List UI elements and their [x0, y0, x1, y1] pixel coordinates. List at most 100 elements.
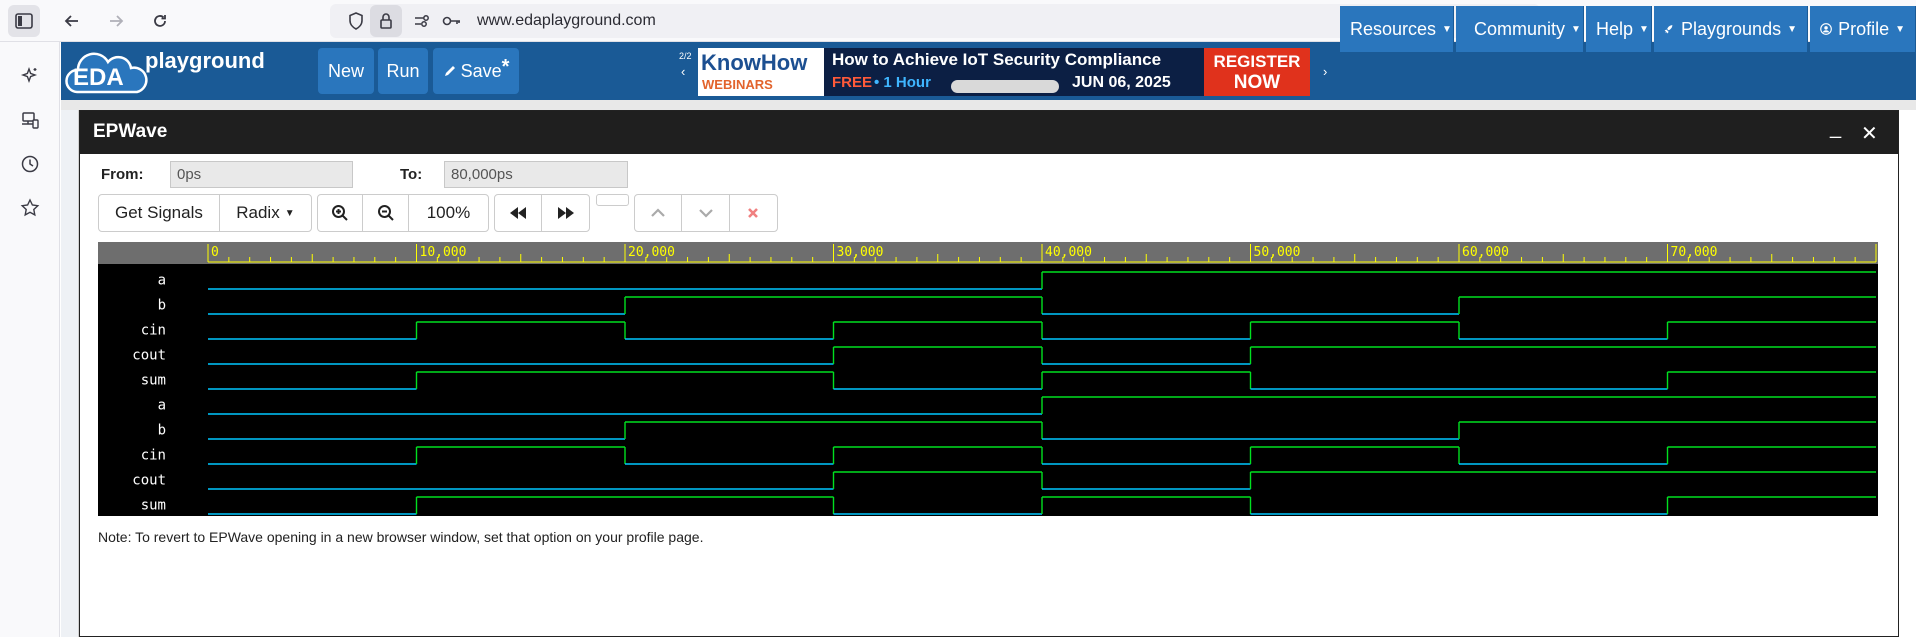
save-button[interactable]: Save *	[433, 48, 519, 94]
caret-down-icon: ▼	[1787, 23, 1797, 35]
page-left-gutter	[61, 110, 79, 637]
url-text[interactable]: www.edaplayground.com	[477, 12, 656, 30]
bookmarks-icon[interactable]	[16, 194, 44, 222]
page-background-strip	[61, 100, 1916, 110]
minimize-icon[interactable]: _	[1830, 117, 1841, 140]
signal-name-a: a	[158, 273, 166, 289]
get-signals-button[interactable]: Get Signals	[99, 195, 220, 231]
ad-register-button[interactable]: REGISTER NOW	[1204, 48, 1310, 96]
ad-prev-icon[interactable]: ‹	[681, 64, 685, 79]
back-icon[interactable]	[56, 5, 88, 37]
to-input[interactable]	[444, 161, 628, 188]
user-circle-icon	[1820, 23, 1832, 35]
synced-tabs-icon[interactable]	[16, 106, 44, 134]
rewind-icon[interactable]	[495, 195, 543, 231]
unsaved-mark: *	[501, 55, 510, 78]
waveform-canvas[interactable]: 0 10,000 20,000 30,000 40,000 50,000 60,000 70,…	[98, 242, 1878, 516]
signal-name-b: b	[158, 298, 166, 314]
ai-sparkle-icon[interactable]	[16, 62, 44, 90]
zoom-in-icon[interactable]	[318, 195, 364, 231]
logo-playground-text: playground	[145, 48, 265, 73]
signal-name-cout: cout	[132, 348, 166, 364]
waveform-viewer[interactable]: 0 10,000 20,000 30,000 40,000 50,000 60,000 70,…	[98, 242, 1878, 516]
ad-free: FREE	[832, 74, 873, 91]
help-label: Help	[1596, 18, 1634, 39]
caret-down-icon: ▼	[1639, 23, 1649, 35]
ruler-tick-label: 70,000	[1671, 245, 1718, 260]
ad-headline: How to Achieve IoT Security Compliance	[832, 50, 1162, 69]
zoom-out-icon[interactable]	[363, 195, 409, 231]
zoom-level[interactable]: 100%	[409, 195, 488, 231]
ad-progress	[951, 80, 1059, 93]
eda-logo[interactable]: EDA playground	[65, 44, 295, 96]
ad-brand-bottom: WEBINARS	[702, 77, 773, 92]
forward-icon[interactable]	[100, 5, 132, 37]
playgrounds-menu[interactable]: Playgrounds ▼	[1654, 6, 1808, 52]
signal-name-cout: cout	[132, 473, 166, 489]
epwave-note: Note: To revert to EPWave opening in a n…	[98, 529, 704, 545]
signal-name-sum: sum	[141, 498, 166, 514]
browser-sidebar	[0, 42, 60, 637]
modal-title: EPWave	[93, 121, 168, 142]
sidebar-toggle-icon[interactable]	[8, 5, 40, 37]
ruler-tick-label: 50,000	[1254, 245, 1301, 260]
resources-label: Resources	[1350, 18, 1437, 39]
save-label: Save	[460, 60, 502, 81]
resources-menu[interactable]: Resources ▼	[1340, 6, 1454, 52]
community-menu[interactable]: Community ▼	[1456, 6, 1584, 52]
ruler-tick-label: 60,000	[1462, 245, 1509, 260]
blank-indicator	[596, 194, 629, 206]
caret-down-icon: ▼	[284, 207, 295, 219]
signal-name-a: a	[158, 398, 166, 414]
close-icon[interactable]: ✕	[1861, 121, 1878, 146]
modal-header: EPWave _ ✕	[80, 111, 1898, 154]
shield-icon[interactable]	[340, 5, 372, 37]
from-label: From:	[101, 166, 144, 183]
logo-eda-text: EDA	[73, 64, 124, 91]
run-button[interactable]: Run	[378, 48, 428, 94]
signal-name-sum: sum	[141, 373, 166, 389]
fast-forward-icon[interactable]	[542, 195, 589, 231]
permissions-icon[interactable]	[406, 5, 438, 37]
profile-menu[interactable]: Profile ▼	[1810, 6, 1916, 52]
radix-dropdown[interactable]: Radix ▼	[220, 195, 311, 231]
ruler-tick-label: 30,000	[837, 245, 884, 260]
rocket-icon	[1664, 25, 1673, 34]
ruler-tick-label: 20,000	[628, 245, 675, 260]
zoom-toolbar: 100%	[317, 194, 489, 232]
chevron-up-icon[interactable]	[635, 195, 683, 231]
chevron-down-icon[interactable]	[682, 195, 730, 231]
lock-icon[interactable]	[370, 5, 402, 37]
signal-name-b: b	[158, 423, 166, 439]
signal-name-cin: cin	[141, 448, 166, 464]
signal-name-cin: cin	[141, 323, 166, 339]
caret-down-icon: ▼	[1442, 23, 1452, 35]
ad-brand: KnowHow WEBINARS	[698, 48, 824, 96]
help-menu[interactable]: Help ▼	[1586, 6, 1652, 52]
ad-date: JUN 06, 2025	[1072, 74, 1171, 91]
ad-counter: 2/2	[679, 51, 692, 61]
to-label: To:	[400, 166, 423, 183]
ad-duration: • 1 Hour	[874, 74, 931, 91]
seek-toolbar	[494, 194, 590, 232]
ruler-tick-label: 10,000	[420, 245, 467, 260]
community-label: Community	[1474, 18, 1566, 39]
radix-label: Radix	[236, 203, 280, 222]
ad-next-icon[interactable]: ›	[1323, 64, 1327, 79]
new-button[interactable]: New	[318, 48, 374, 94]
caret-down-icon: ▼	[1571, 23, 1581, 35]
ad-banner[interactable]: KnowHow WEBINARS How to Achieve IoT Secu…	[698, 48, 1310, 96]
profile-label: Profile	[1838, 18, 1890, 39]
ruler-tick-label: 40,000	[1045, 245, 1092, 260]
time-ruler	[98, 242, 1878, 264]
signals-toolbar: Get Signals Radix ▼	[98, 194, 312, 232]
history-icon[interactable]	[16, 150, 44, 178]
remove-signal-icon[interactable]	[730, 195, 777, 231]
pencil-icon	[444, 66, 455, 76]
ad-cta-top: REGISTER	[1213, 52, 1301, 71]
from-input[interactable]	[170, 161, 353, 188]
playgrounds-label: Playgrounds	[1681, 18, 1782, 39]
ad-brand-top: KnowHow	[701, 50, 808, 75]
key-icon[interactable]	[436, 5, 468, 37]
reload-icon[interactable]	[144, 5, 176, 37]
